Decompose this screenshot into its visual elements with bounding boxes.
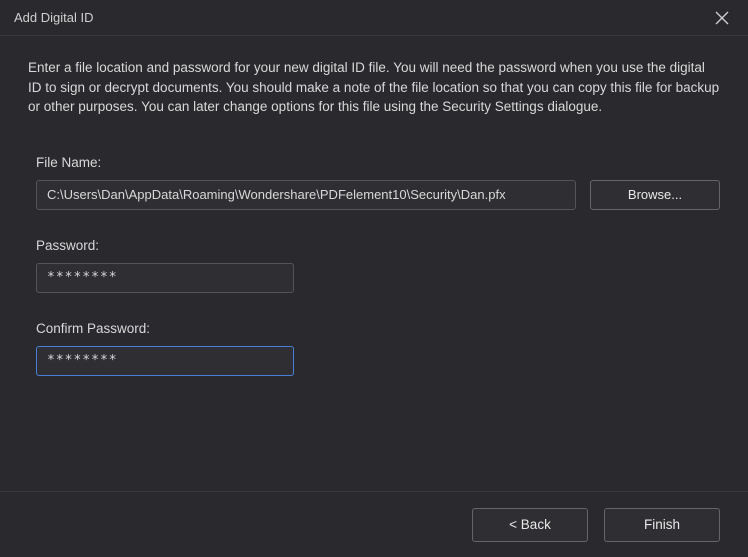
dialog-content: Enter a file location and password for y… — [0, 36, 748, 376]
file-name-label: File Name: — [36, 155, 720, 170]
form-section: File Name: Browse... Password: Confirm P… — [28, 155, 720, 376]
back-button[interactable]: < Back — [472, 508, 588, 542]
titlebar: Add Digital ID — [0, 0, 748, 36]
description-text: Enter a file location and password for y… — [28, 58, 720, 117]
confirm-password-group: Confirm Password: — [36, 321, 720, 376]
confirm-password-input[interactable] — [36, 346, 294, 376]
close-icon — [715, 11, 729, 25]
window-title: Add Digital ID — [14, 10, 93, 25]
file-name-input[interactable] — [36, 180, 576, 210]
confirm-password-label: Confirm Password: — [36, 321, 720, 336]
file-name-row: Browse... — [36, 180, 720, 210]
password-input[interactable] — [36, 263, 294, 293]
dialog-footer: < Back Finish — [0, 491, 748, 557]
password-label: Password: — [36, 238, 720, 253]
close-button[interactable] — [710, 6, 734, 30]
finish-button[interactable]: Finish — [604, 508, 720, 542]
browse-button[interactable]: Browse... — [590, 180, 720, 210]
password-group: Password: — [36, 238, 720, 293]
